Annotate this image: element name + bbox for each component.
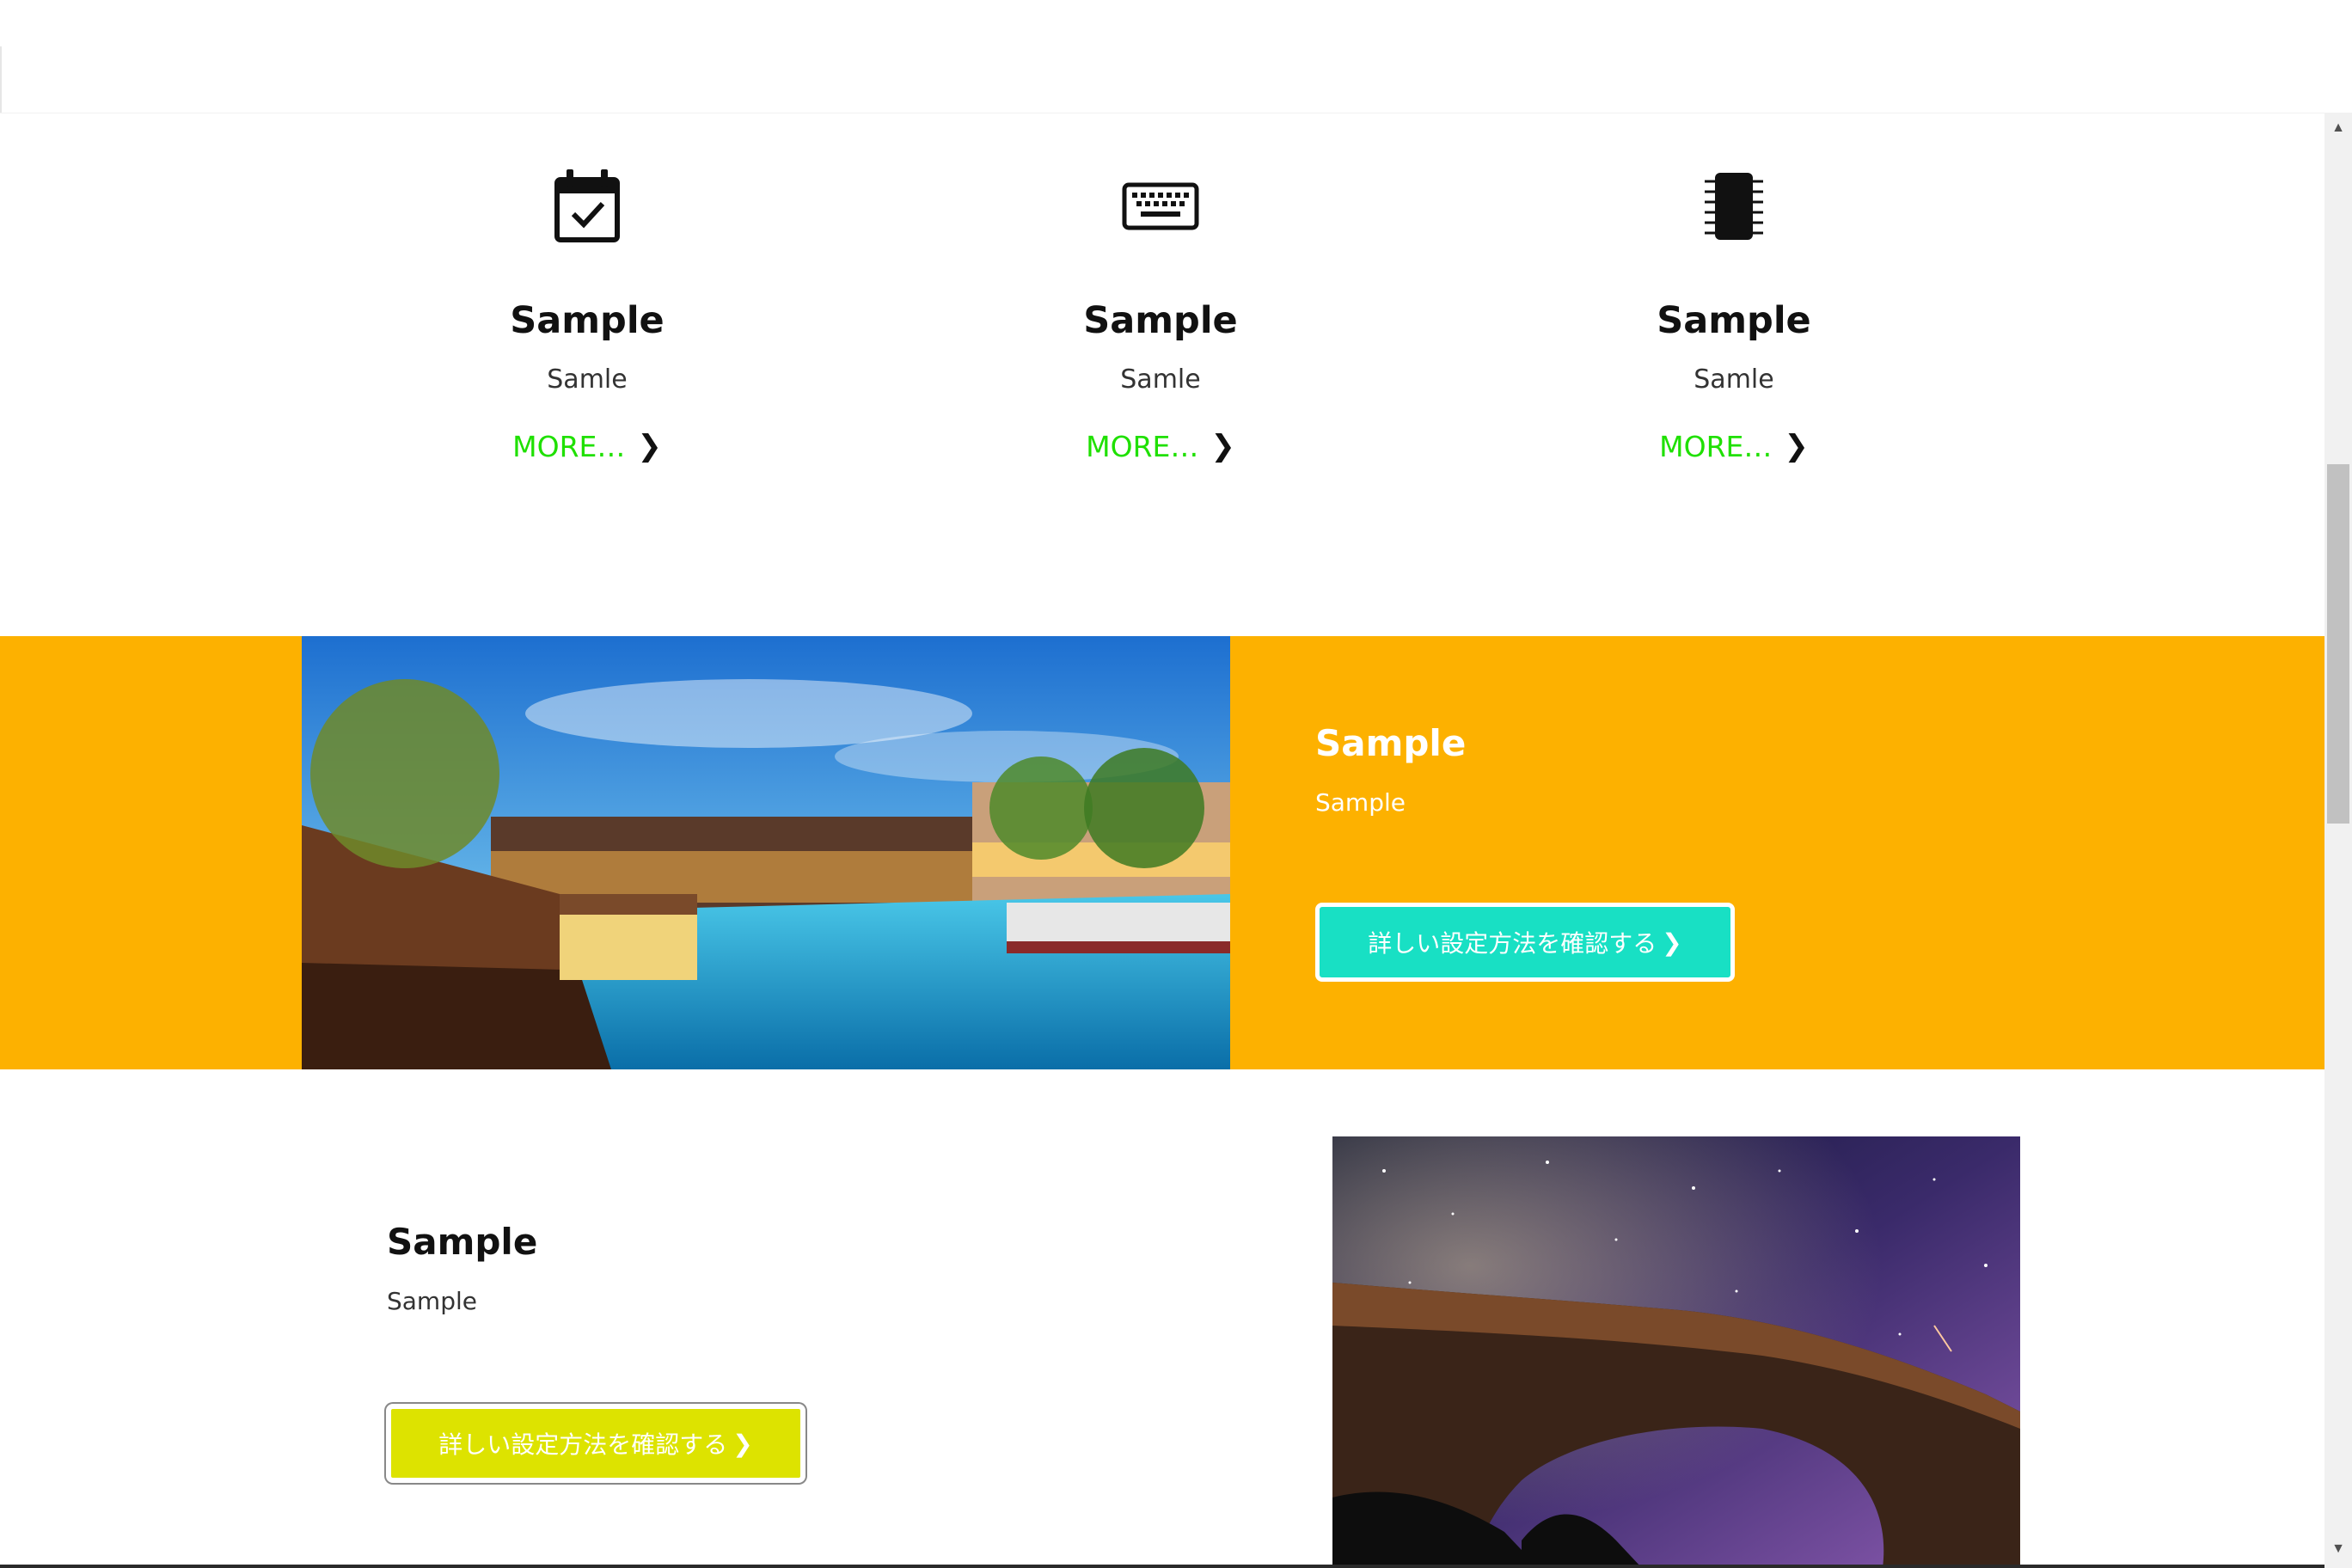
top-bar-edge <box>0 46 2 113</box>
feature-desc: Samle <box>547 364 628 395</box>
feature-desc: Samle <box>1694 364 1774 395</box>
chevron-right-icon: ❯ <box>637 429 662 463</box>
feature-desc: Samle <box>1120 364 1201 395</box>
chevron-right-icon: ❯ <box>732 1429 753 1458</box>
lower-desc: Sample <box>387 1287 477 1315</box>
keyboard-icon <box>980 163 1341 249</box>
feature-card: Sample Samle MORE… ❯ <box>1553 163 1914 463</box>
scroll-up-icon[interactable]: ▲ <box>2324 118 2352 138</box>
scroll-down-icon[interactable]: ▼ <box>2324 1539 2352 1559</box>
calendar-check-icon <box>407 163 768 249</box>
lower-text: Sample Sample <box>387 1221 537 1315</box>
button-label: 詳しい設定方法を確認する <box>438 1430 728 1459</box>
top-bar <box>0 0 2352 113</box>
scroll-thumb[interactable] <box>2327 464 2349 824</box>
scrollbar[interactable]: ▲ ▼ <box>2324 113 2352 1568</box>
chevron-right-icon: ❯ <box>1210 429 1235 463</box>
band-desc: Sample <box>1315 788 1406 817</box>
promo-band: Sample Sample 詳しい設定方法を確認する ❯ <box>0 636 2324 1069</box>
feature-card: Sample Samle MORE… ❯ <box>980 163 1341 463</box>
bottom-edge <box>0 1565 2324 1568</box>
feature-title: Sample <box>510 299 665 342</box>
band-title: Sample <box>1315 722 1467 764</box>
details-button[interactable]: 詳しい設定方法を確認する ❯ <box>386 1404 805 1483</box>
more-label: MORE… <box>512 429 626 463</box>
more-link[interactable]: MORE… ❯ <box>1659 429 1809 463</box>
button-label: 詳しい設定方法を確認する <box>1368 929 1657 958</box>
starry-sky-arch-photo <box>1332 1136 2020 1568</box>
canal-city-night-photo <box>302 636 1230 1069</box>
lower-title: Sample <box>387 1221 538 1263</box>
band-text: Sample Sample <box>1315 722 1466 817</box>
memory-chip-icon <box>1553 163 1914 249</box>
feature-title: Sample <box>1657 299 1811 342</box>
more-label: MORE… <box>1659 429 1773 463</box>
more-link[interactable]: MORE… ❯ <box>512 429 662 463</box>
more-label: MORE… <box>1086 429 1199 463</box>
feature-title: Sample <box>1083 299 1238 342</box>
details-button[interactable]: 詳しい設定方法を確認する ❯ <box>1315 903 1735 982</box>
more-link[interactable]: MORE… ❯ <box>1086 429 1235 463</box>
chevron-right-icon: ❯ <box>1662 928 1682 957</box>
feature-card: Sample Samle MORE… ❯ <box>407 163 768 463</box>
chevron-right-icon: ❯ <box>1784 429 1809 463</box>
